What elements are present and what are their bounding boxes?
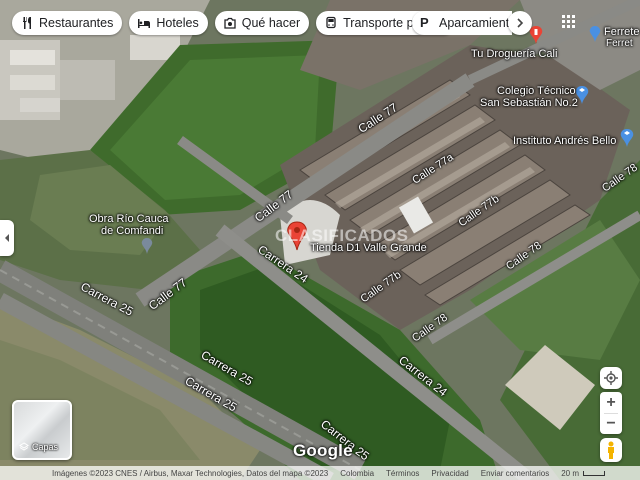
chip-things-to-do[interactable]: Qué hacer: [214, 11, 310, 35]
layers-label-row: Capas: [19, 442, 58, 452]
poi-label-tienda[interactable]: Tienda D1 Valle Grande: [310, 242, 427, 255]
camera-icon: [224, 17, 236, 29]
pegman-icon: [608, 441, 614, 459]
privacy-link[interactable]: Privacidad: [431, 469, 468, 478]
crosshair-icon: [604, 371, 618, 385]
attribution: Imágenes ©2023 CNES / Airbus, Maxar Tech…: [52, 468, 329, 478]
chips-next-button[interactable]: [508, 11, 532, 35]
apps-grid-icon: [562, 15, 575, 28]
chevron-right-icon: [517, 18, 524, 28]
country[interactable]: Colombia: [340, 469, 374, 478]
layers-icon: [19, 442, 29, 451]
zoom-in-button[interactable]: +: [600, 392, 622, 413]
poi-label-drogueria[interactable]: Tu Droguería Cali: [471, 48, 557, 61]
feedback-link[interactable]: Enviar comentarios: [481, 469, 549, 478]
scale-bar[interactable]: 20 m: [561, 468, 606, 478]
chevron-left-icon: [5, 234, 9, 242]
zoom-divider: [604, 413, 618, 414]
chip-clip: P Aparcamientos: [412, 11, 512, 35]
poi-label-obra[interactable]: de Comfandi: [101, 225, 163, 238]
chip-label: Restaurantes: [39, 16, 114, 30]
street-view-pegman[interactable]: [600, 438, 622, 462]
chip-label: Aparcamientos: [439, 16, 512, 30]
map-footer: Imágenes ©2023 CNES / Airbus, Maxar Tech…: [0, 466, 640, 480]
chip-label: Qué hacer: [241, 16, 301, 30]
poi-label-colegio[interactable]: San Sebastián No.2: [480, 97, 578, 110]
scale-line: [583, 470, 606, 476]
chip-label: Hoteles: [156, 16, 199, 30]
chip-hotels[interactable]: Hoteles: [129, 11, 208, 35]
chip-parking[interactable]: P Aparcamientos: [412, 11, 512, 35]
bed-icon: [138, 19, 151, 28]
zoom-out-button[interactable]: −: [600, 413, 622, 434]
google-logo: Google: [293, 441, 353, 460]
collapse-panel-button[interactable]: [0, 220, 14, 256]
category-chips: Restaurantes Hoteles Qué hacer Transport…: [12, 11, 456, 35]
terms-link[interactable]: Términos: [386, 469, 419, 478]
parking-icon: P: [420, 15, 429, 30]
poi-label-instituto[interactable]: Instituto Andrés Bello: [513, 135, 616, 148]
fork-knife-icon: [23, 17, 31, 29]
layers-label: Capas: [32, 442, 59, 452]
layers-button[interactable]: Capas: [12, 400, 72, 460]
scale-label: 20 m: [561, 468, 580, 478]
chip-restaurants[interactable]: Restaurantes: [12, 11, 123, 35]
bus-icon: [326, 16, 336, 29]
poi-label-ferreteria[interactable]: Ferret: [606, 37, 633, 50]
my-location-button[interactable]: [600, 367, 622, 389]
zoom-control: + −: [600, 392, 622, 434]
